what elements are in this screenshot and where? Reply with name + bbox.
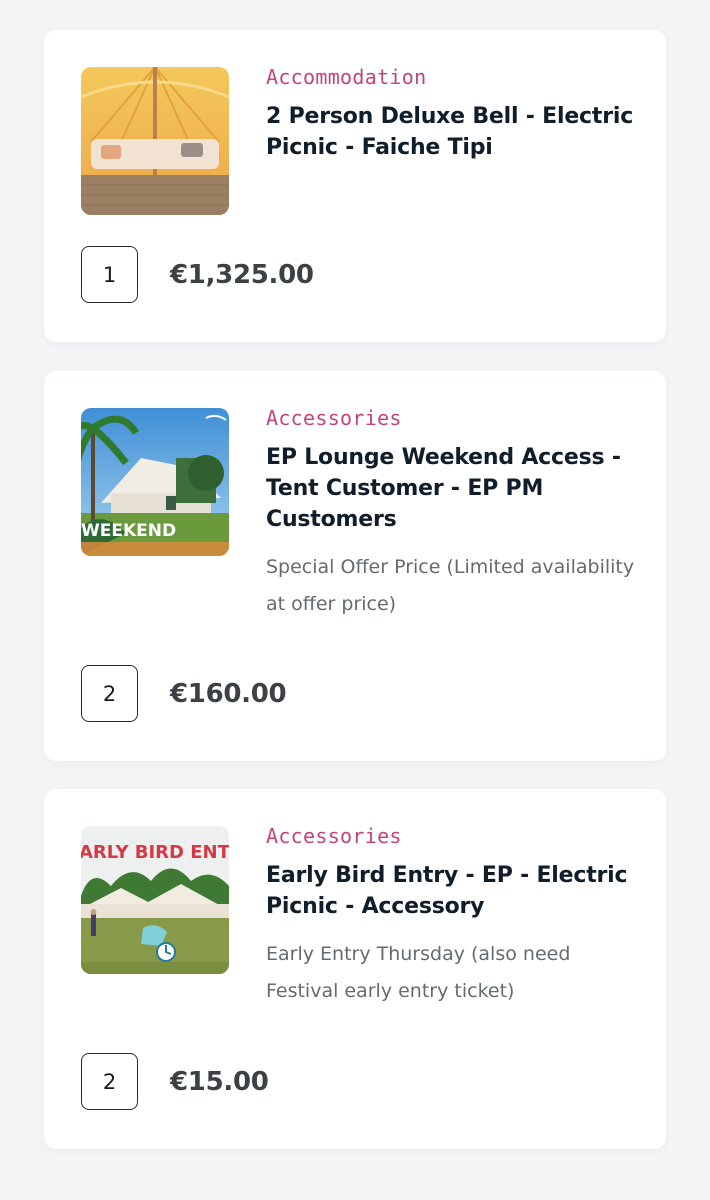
quantity-field[interactable]: 2 [81,665,138,722]
lounge-weekend-image: WEEKEND [81,408,229,556]
image-caption: ARLY BIRD ENTR [81,842,229,863]
product-image[interactable] [81,67,229,215]
cart-item-card: ARLY BIRD ENTR Accessories Early Bird En… [44,789,666,1149]
product-image[interactable]: ARLY BIRD ENTR [81,826,229,974]
item-price: €15.00 [170,1066,269,1097]
item-info: Accessories EP Lounge Weekend Access - T… [266,404,636,623]
item-description: Special Offer Price (Limited availabilit… [266,556,635,615]
early-bird-entry-image: ARLY BIRD ENTR [81,826,229,974]
item-description: Early Entry Thursday (also need Festival… [266,943,571,1002]
item-category: Accessories [266,824,402,848]
cart-item-card: Accommodation 2 Person Deluxe Bell - Ele… [44,30,666,342]
item-price: €160.00 [170,678,287,709]
item-title[interactable]: 2 Person Deluxe Bell - Electric Picnic -… [266,101,636,163]
item-title[interactable]: EP Lounge Weekend Access - Tent Customer… [266,442,636,535]
bell-tent-interior-image [81,67,229,215]
item-price: €1,325.00 [170,259,314,290]
image-caption: WEEKEND [81,521,176,541]
item-category: Accessories [266,406,402,430]
quantity-field[interactable]: 1 [81,246,138,303]
cart-item-card: WEEKEND Accessories EP Lounge Weekend Ac… [44,371,666,761]
product-image[interactable]: WEEKEND [81,408,229,556]
item-info: Accommodation 2 Person Deluxe Bell - Ele… [266,63,636,163]
item-category: Accommodation [266,65,427,89]
item-info: Accessories Early Bird Entry - EP - Elec… [266,822,636,1010]
item-title[interactable]: Early Bird Entry - EP - Electric Picnic … [266,860,636,922]
quantity-field[interactable]: 2 [81,1053,138,1110]
